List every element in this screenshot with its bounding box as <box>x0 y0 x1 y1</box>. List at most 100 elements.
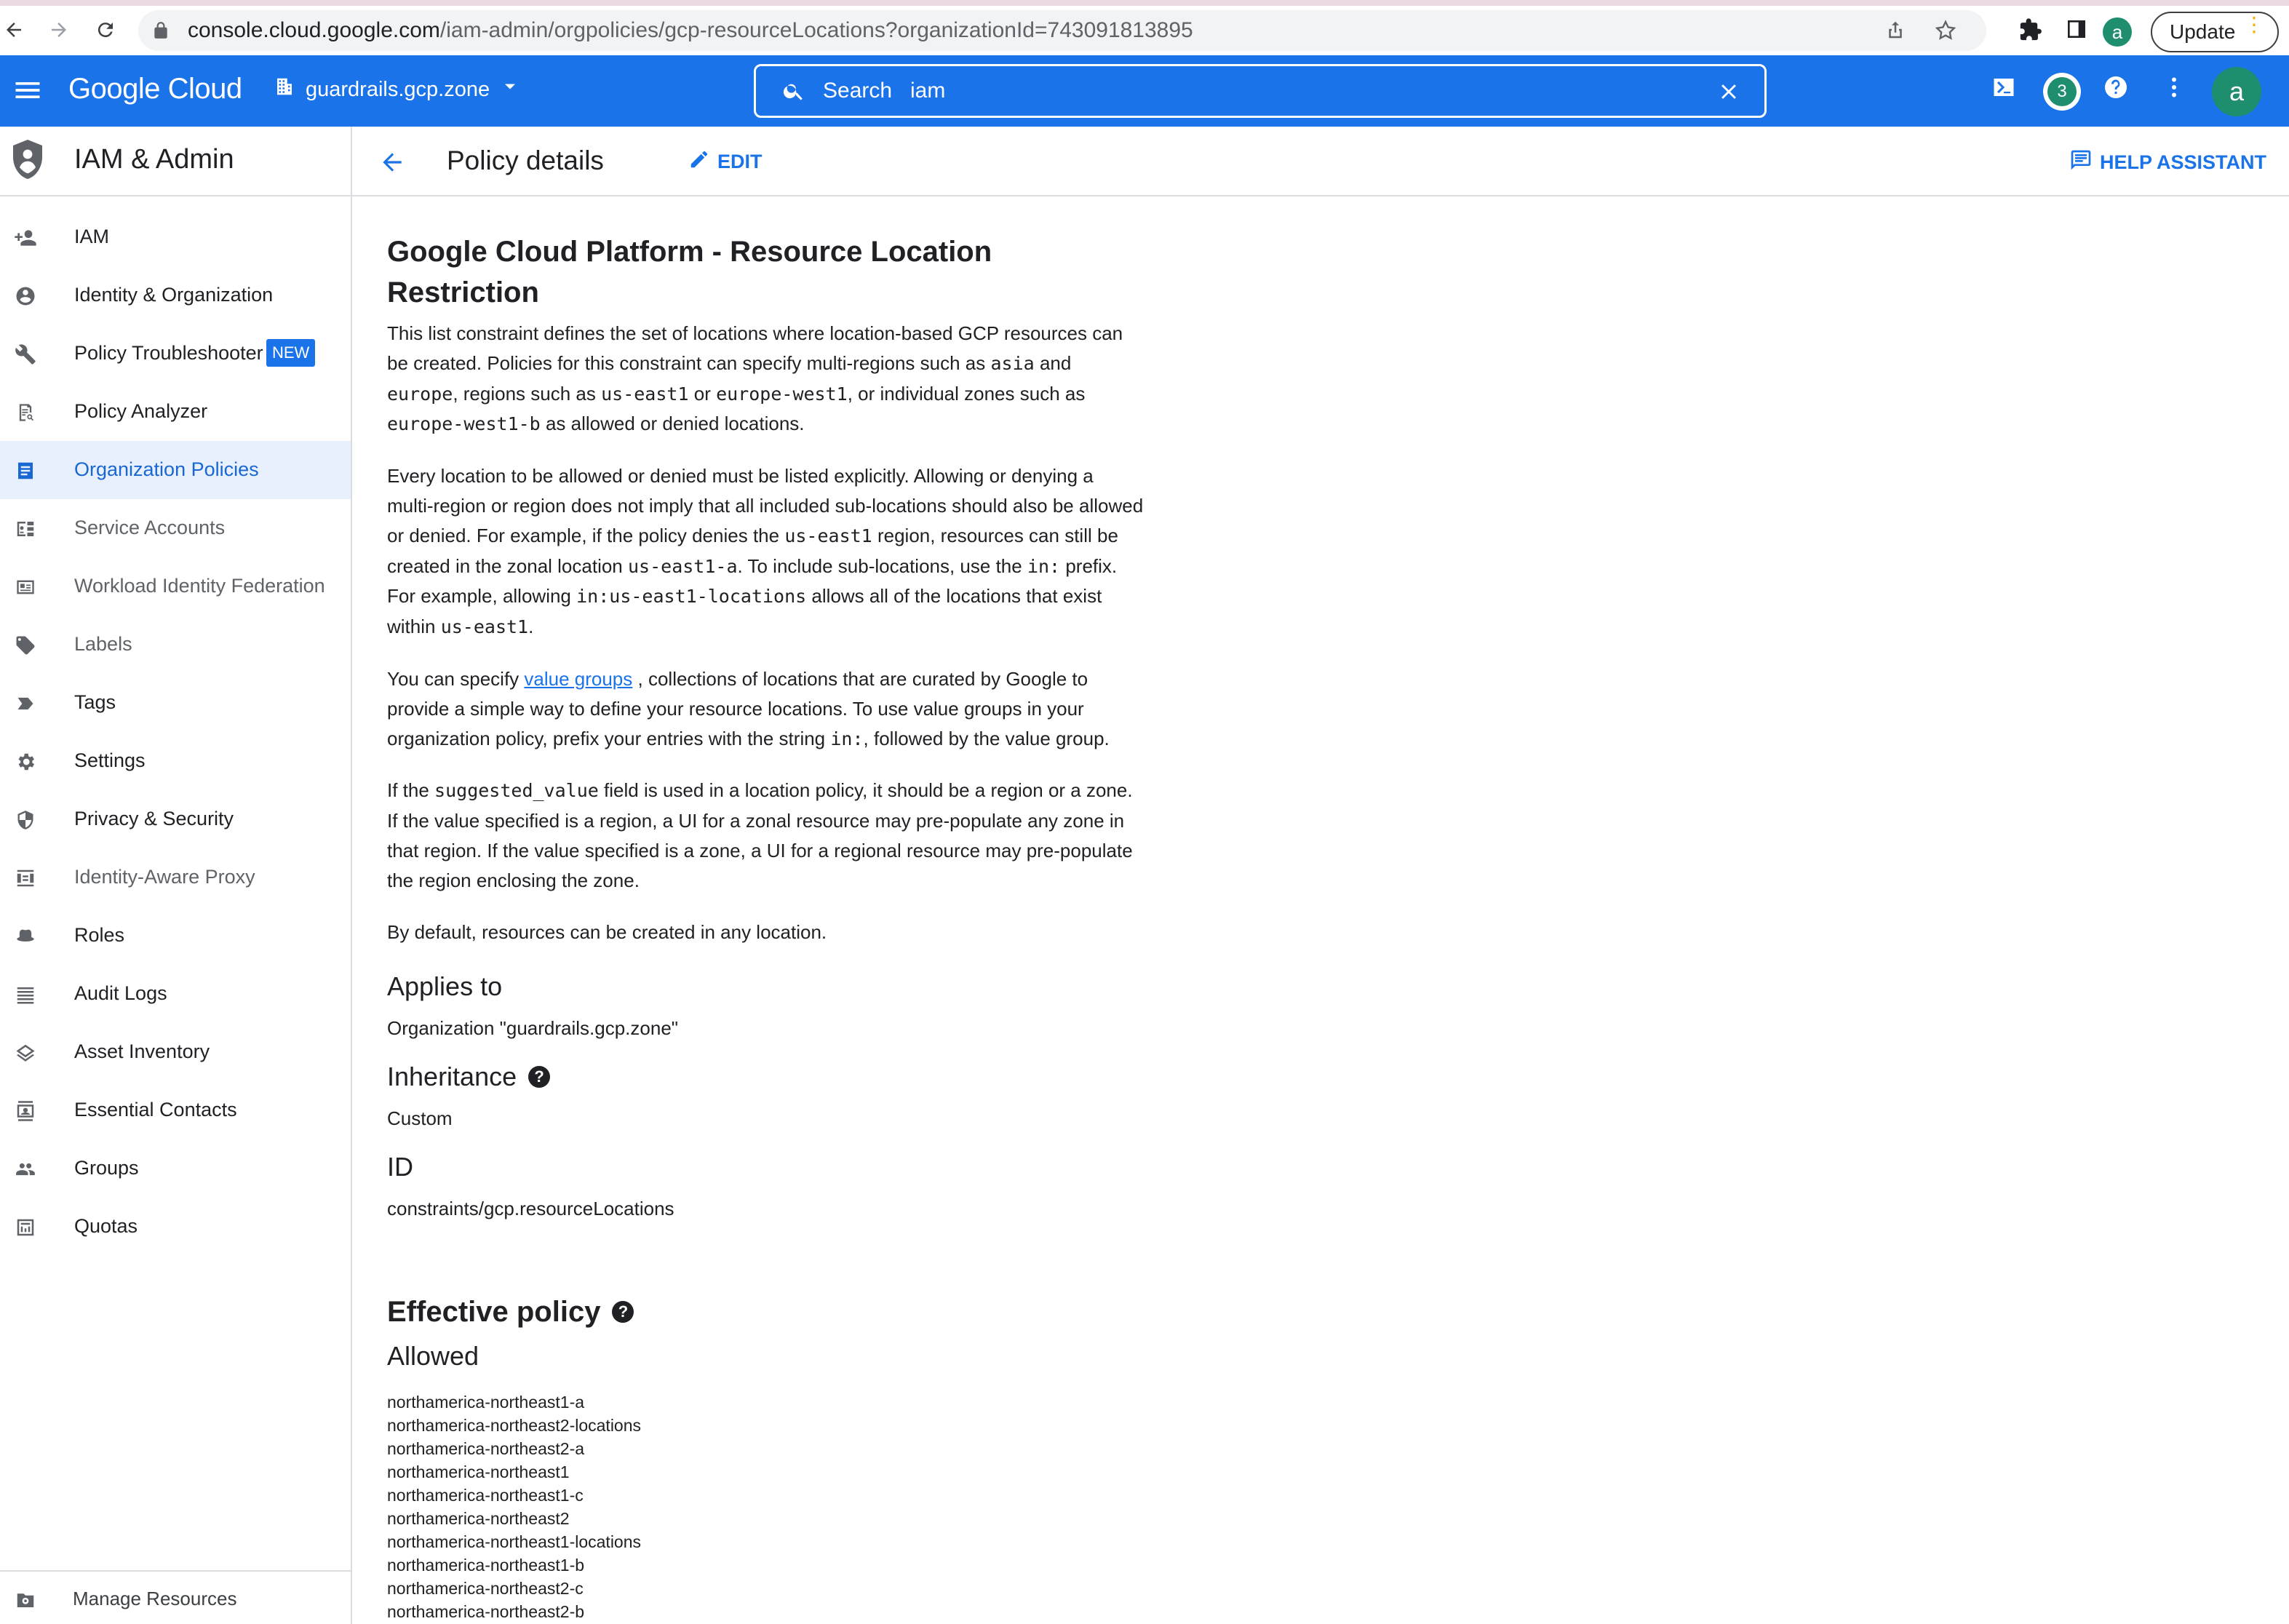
search-label: Search <box>823 79 893 103</box>
sidebar-item-asset-inventory[interactable]: Asset Inventory <box>0 1023 351 1081</box>
help-assistant-button[interactable]: HELP ASSISTANT <box>2069 148 2266 177</box>
inheritance-help-icon[interactable]: ? <box>528 1066 551 1088</box>
project-picker[interactable]: guardrails.gcp.zone <box>274 76 520 103</box>
sidebar-header: IAM & Admin <box>0 127 351 196</box>
help-icon[interactable] <box>2103 74 2129 104</box>
forward-icon[interactable] <box>41 12 77 48</box>
side-panel-icon[interactable] <box>2065 17 2088 41</box>
update-label: Update <box>2170 20 2236 43</box>
sidebar-item-tags[interactable]: Tags <box>0 674 351 732</box>
sidebar-item-policy-troubleshooter[interactable]: Policy Troubleshooter NEW <box>0 325 351 383</box>
update-button[interactable]: Update ⋮ <box>2151 12 2279 52</box>
share-icon[interactable] <box>1884 19 1906 41</box>
sidebar-item-label: Workload Identity Federation <box>74 575 325 597</box>
shield-icon <box>13 808 38 832</box>
iam-shield-icon <box>10 138 45 186</box>
address-bar[interactable]: console.cloud.google.com/iam-admin/orgpo… <box>138 10 1986 51</box>
sidebar-item-groups[interactable]: Groups <box>0 1139 351 1198</box>
id-heading: ID <box>387 1152 413 1182</box>
hat-icon <box>13 924 38 949</box>
sidebar-item-audit-logs[interactable]: Audit Logs <box>0 965 351 1023</box>
browser-toolbar: console.cloud.google.com/iam-admin/orgpo… <box>0 6 2289 54</box>
list-item: northamerica-northeast1-locations <box>387 1532 642 1552</box>
list-icon <box>13 982 38 1007</box>
value-groups-link[interactable]: value groups <box>524 668 632 690</box>
sidebar-item-label: Asset Inventory <box>74 1040 210 1062</box>
browser-profile-avatar[interactable]: a <box>2103 17 2132 47</box>
contacts-icon <box>13 1099 38 1123</box>
sidebar-item-organization-policies[interactable]: Organization Policies <box>0 441 351 499</box>
sidebar-item-identity-organization[interactable]: Identity & Organization <box>0 266 351 325</box>
sidebar-item-workload-identity-federation[interactable]: Workload Identity Federation <box>0 557 351 616</box>
manage-resources-link[interactable]: Manage Resources <box>0 1570 351 1624</box>
window-top-stripe <box>0 0 2289 6</box>
sidebar-item-identity-aware-proxy[interactable]: Identity-Aware Proxy <box>0 848 351 907</box>
sidebar-item-label: Policy Analyzer <box>74 400 208 422</box>
description-paragraph-1: This list constraint defines the set of … <box>387 322 1123 435</box>
sidebar-item-roles[interactable]: Roles <box>0 907 351 965</box>
sidebar-item-privacy-security[interactable]: Privacy & Security <box>0 790 351 848</box>
help-assistant-label: HELP ASSISTANT <box>2100 151 2267 173</box>
inheritance-value: Custom <box>387 1107 453 1130</box>
bookmark-star-icon[interactable] <box>1934 19 1957 42</box>
list-item: northamerica-northeast2-c <box>387 1579 584 1599</box>
applies-to-value: Organization "guardrails.gcp.zone" <box>387 1017 679 1040</box>
document-icon <box>13 458 38 483</box>
sidebar-item-essential-contacts[interactable]: Essential Contacts <box>0 1081 351 1139</box>
gear-icon <box>13 749 38 774</box>
sidebar-item-service-accounts[interactable]: Service Accounts <box>0 499 351 557</box>
extensions-icon[interactable] <box>2018 17 2043 42</box>
clear-search-icon[interactable] <box>1716 79 1741 108</box>
description-paragraph-2: Every location to be allowed or denied m… <box>387 465 1144 638</box>
cloud-shell-icon[interactable] <box>1991 74 2017 104</box>
sidebar-item-label: Audit Logs <box>74 982 167 1004</box>
search-input[interactable]: Search iam <box>754 64 1767 118</box>
description-paragraph-5: By default, resources can be created in … <box>387 920 827 943</box>
sidebar-item-iam[interactable]: IAM <box>0 208 351 266</box>
hamburger-menu-icon[interactable] <box>12 74 44 110</box>
back-arrow-icon[interactable] <box>378 148 406 180</box>
list-item: northamerica-northeast2-a <box>387 1439 585 1459</box>
policy-analyzer-icon <box>13 400 38 425</box>
search-icon <box>782 79 805 106</box>
reload-icon[interactable] <box>87 12 124 48</box>
label-icon <box>13 633 38 658</box>
url-text: console.cloud.google.com/iam-admin/orgpo… <box>188 17 1193 44</box>
sidebar-item-label: Organization Policies <box>74 458 259 480</box>
organization-icon <box>274 76 295 103</box>
sidebar: IAM & Admin IAM Identity & Organization … <box>0 127 352 1624</box>
search-value[interactable]: iam <box>910 79 945 103</box>
policy-title: Google Cloud Platform - Resource Locatio… <box>387 236 992 309</box>
wrench-icon <box>13 342 38 367</box>
description-paragraph-4: If the suggested_value field is used in … <box>387 779 1133 891</box>
url-path: /iam-admin/orgpolicies/gcp-resourceLocat… <box>439 18 1193 42</box>
notifications-button[interactable]: 3 <box>2043 73 2081 111</box>
pencil-icon <box>688 148 710 175</box>
group-icon <box>13 1157 38 1182</box>
edit-button[interactable]: EDIT <box>688 148 763 175</box>
dropdown-arrow-icon <box>500 76 520 103</box>
more-vert-icon[interactable] <box>2161 74 2187 104</box>
sidebar-item-label: Service Accounts <box>74 517 226 538</box>
list-item: northamerica-northeast1 <box>387 1462 570 1482</box>
sidebar-item-label: Privacy & Security <box>74 808 234 829</box>
sidebar-item-quotas[interactable]: Quotas <box>0 1198 351 1256</box>
sidebar-item-policy-analyzer[interactable]: Policy Analyzer <box>0 383 351 441</box>
account-avatar[interactable]: a <box>2212 67 2261 116</box>
back-icon[interactable] <box>0 12 32 48</box>
sidebar-item-settings[interactable]: Settings <box>0 732 351 790</box>
page-title: Policy details <box>447 146 604 175</box>
sidebar-item-labels[interactable]: Labels <box>0 616 351 674</box>
sidebar-item-label: Groups <box>74 1157 139 1179</box>
proxy-icon <box>13 866 38 891</box>
layers-icon <box>13 1040 38 1065</box>
sidebar-item-label: IAM <box>74 226 110 247</box>
effective-policy-help-icon[interactable]: ? <box>612 1301 634 1324</box>
allowed-heading: Allowed <box>387 1341 479 1372</box>
sidebar-item-label: Tags <box>74 691 116 713</box>
description-paragraph-3: You can specify value groups , collectio… <box>387 667 1110 749</box>
google-cloud-logo[interactable]: Google Cloud <box>68 73 242 106</box>
sidebar-item-label: Essential Contacts <box>74 1099 237 1121</box>
list-item: northamerica-northeast2-locations <box>387 1416 642 1436</box>
sidebar-title: IAM & Admin <box>74 144 234 175</box>
